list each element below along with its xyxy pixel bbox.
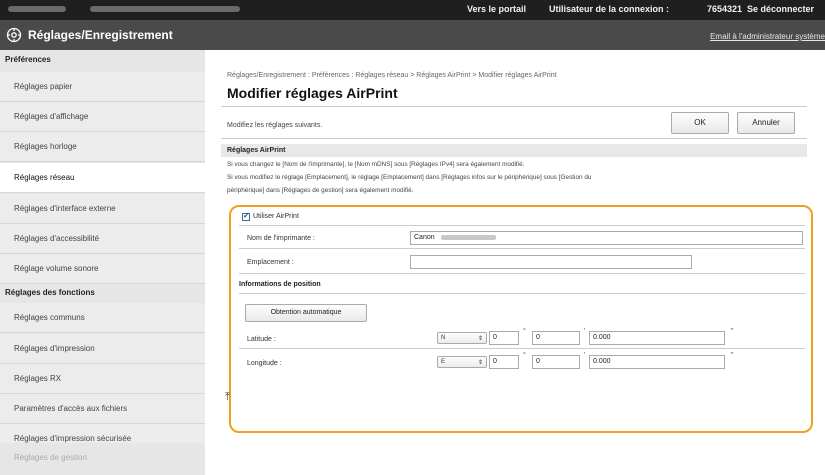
printer-name-value: Canon	[414, 234, 435, 241]
sidebar-item-paper[interactable]: Réglages papier	[0, 72, 205, 102]
sidebar-category-preferences: Préférences	[5, 55, 51, 64]
sidebar-item-volume[interactable]: Réglage volume sonore	[0, 254, 205, 284]
minute-unit: '	[584, 328, 586, 335]
sidebar-item-management[interactable]: Réglages de gestion	[0, 443, 205, 473]
sidebar-item-rx[interactable]: Réglages RX	[0, 364, 205, 394]
logout-link[interactable]: Se déconnecter	[747, 4, 814, 14]
sidebar-item-external-interface[interactable]: Réglages d'interface externe	[0, 194, 205, 224]
location-input[interactable]	[410, 255, 692, 269]
latitude-minutes-input[interactable]: 0	[532, 331, 580, 345]
longitude-hemisphere-value: E	[441, 359, 446, 365]
sidebar-item-clock[interactable]: Réglages horloge	[0, 132, 205, 162]
latitude-label: Latitude :	[247, 336, 276, 343]
settings-gear-icon	[6, 27, 22, 43]
degree-unit: °	[523, 352, 526, 359]
sidebar-item-network[interactable]: Réglages réseau	[0, 163, 205, 193]
degree-unit: °	[523, 328, 526, 335]
ok-button[interactable]: OK	[671, 112, 729, 134]
title-bar: Réglages/Enregistrement Email à l'admini…	[0, 20, 825, 50]
scroll-to-top-icon[interactable]: ⤒	[225, 391, 230, 404]
second-unit: "	[731, 328, 734, 335]
position-info-heading: Informations de position	[239, 281, 321, 288]
longitude-hemisphere-select[interactable]: E ⇕	[437, 356, 487, 368]
top-bar: Vers le portail Utilisateur de la connex…	[0, 0, 825, 20]
latitude-hemisphere-select[interactable]: N ⇕	[437, 332, 487, 344]
note-printer-name: Si vous changez le [Nom de l'imprimante]…	[227, 161, 525, 168]
sidebar: Préférences Réglages papier Réglages d'a…	[0, 50, 205, 475]
title-divider	[221, 106, 807, 107]
use-airprint-label: Utiliser AirPrint	[253, 213, 299, 220]
blurred-device-name	[8, 6, 66, 12]
select-arrows-icon: ⇕	[477, 360, 483, 366]
row-divider	[239, 248, 805, 249]
auto-position-button[interactable]: Obtention automatique	[245, 304, 367, 322]
blurred-device-info	[90, 6, 240, 12]
latitude-degrees-input[interactable]: 0	[489, 331, 519, 345]
blurred-model-name	[440, 234, 496, 240]
row-divider	[239, 348, 805, 349]
sidebar-item-file-access[interactable]: Paramètres d'accès aux fichiers	[0, 394, 205, 424]
section-header-airprint: Réglages AirPrint	[221, 144, 807, 157]
use-airprint-checkbox[interactable]	[242, 211, 250, 221]
breadcrumb: Réglages/Enregistrement : Préférences : …	[227, 72, 557, 79]
portal-link[interactable]: Vers le portail	[467, 4, 526, 14]
header-divider	[221, 138, 807, 139]
latitude-hemisphere-value: N	[441, 335, 446, 341]
sidebar-item-display[interactable]: Réglages d'affichage	[0, 102, 205, 132]
select-arrows-icon: ⇕	[477, 336, 483, 342]
sidebar-item-common[interactable]: Réglages communs	[0, 303, 205, 333]
second-unit: "	[731, 352, 734, 359]
row-divider	[239, 225, 805, 226]
longitude-label: Longitude :	[247, 360, 282, 367]
sidebar-item-accessibility[interactable]: Réglages d'accessibilité	[0, 224, 205, 254]
minute-unit: '	[584, 352, 586, 359]
instruction-text: Modifiez les réglages suivants.	[227, 122, 323, 129]
sidebar-category-functions: Réglages des fonctions	[5, 288, 95, 297]
email-admin-link[interactable]: Email à l'administrateur système	[710, 32, 825, 41]
location-label: Emplacement :	[247, 259, 294, 266]
printer-name-input[interactable]: Canon	[410, 231, 803, 245]
longitude-seconds-input[interactable]: 0.000	[589, 355, 725, 369]
latitude-seconds-input[interactable]: 0.000	[589, 331, 725, 345]
main-content: Réglages/Enregistrement : Préférences : …	[205, 50, 825, 475]
longitude-minutes-input[interactable]: 0	[532, 355, 580, 369]
login-user-label: Utilisateur de la connexion :	[549, 4, 670, 14]
app-title: Réglages/Enregistrement	[28, 28, 173, 42]
note-location-2: périphérique] dans [Réglages de gestion]…	[227, 187, 414, 194]
cancel-button[interactable]: Annuler	[737, 112, 795, 134]
row-divider	[239, 293, 805, 294]
note-location-1: Si vous modifiez le réglage [Emplacement…	[227, 174, 592, 181]
row-divider	[239, 273, 805, 274]
login-user-id: 7654321	[707, 4, 743, 14]
sidebar-item-print[interactable]: Réglages d'impression	[0, 334, 205, 364]
page-title: Modifier réglages AirPrint	[227, 85, 398, 101]
longitude-degrees-input[interactable]: 0	[489, 355, 519, 369]
printer-name-label: Nom de l'imprimante :	[247, 235, 315, 242]
